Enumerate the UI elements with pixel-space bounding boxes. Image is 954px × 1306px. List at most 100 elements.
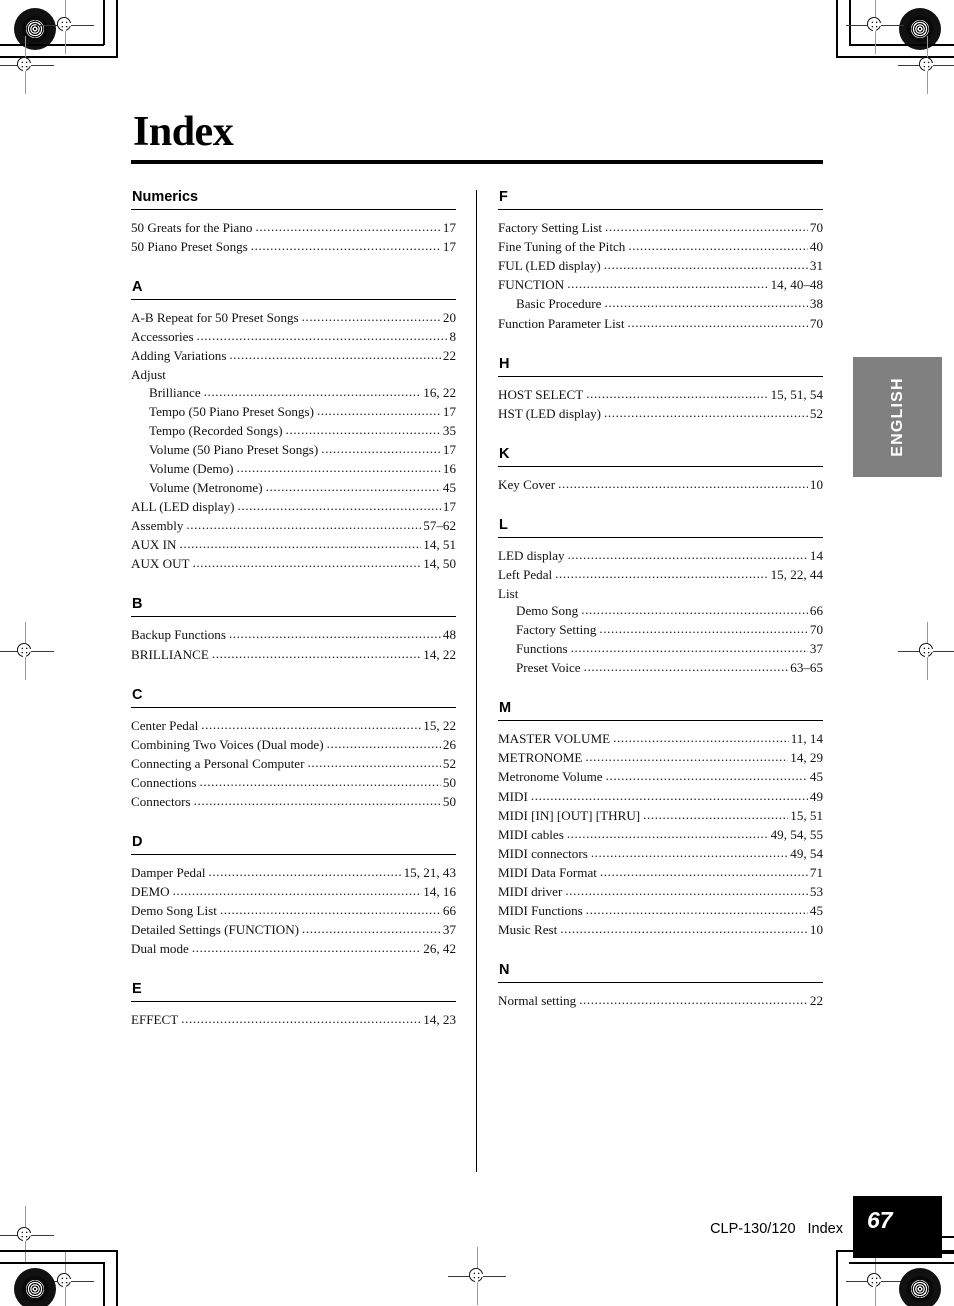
index-entry-page: 53 [809, 884, 823, 900]
index-entry[interactable]: Backup Functions........................… [131, 625, 456, 644]
index-entry[interactable]: METRONOME...............................… [498, 748, 823, 767]
index-entry-page: 52 [809, 405, 823, 421]
dot-leader: ........................................… [599, 622, 808, 636]
section-letter: Numerics [132, 189, 199, 206]
footer-rule-1 [908, 1236, 954, 1238]
index-entry[interactable]: Assembly................................… [131, 516, 456, 535]
index-entry[interactable]: Dual mode...............................… [131, 939, 456, 958]
dot-leader: ........................................… [643, 807, 788, 821]
dot-leader: ........................................… [560, 922, 808, 936]
index-entry-text: Accessories [131, 329, 194, 345]
index-entry-page: 66 [809, 602, 823, 618]
index-entry[interactable]: Accessories.............................… [131, 327, 456, 346]
index-entry[interactable]: MIDI....................................… [498, 787, 823, 806]
index-entry[interactable]: Function Parameter List.................… [498, 314, 823, 333]
index-entry[interactable]: Demo Song List..........................… [131, 901, 456, 920]
index-entry[interactable]: ALL (LED display).......................… [131, 497, 456, 516]
index-entry[interactable]: DEMO....................................… [131, 882, 456, 901]
index-entry[interactable]: Adding Variations.......................… [131, 346, 456, 365]
index-entry[interactable]: AUX OUT.................................… [131, 554, 456, 573]
crop-mark-tl-v1 [116, 0, 118, 58]
footer-section: Index [807, 1221, 843, 1237]
dot-leader: ........................................… [590, 845, 789, 859]
index-entry[interactable]: Factory Setting List....................… [498, 218, 823, 237]
index-entry[interactable]: MASTER VOLUME...........................… [498, 729, 823, 748]
index-entry-text: MIDI cables [498, 826, 564, 842]
index-entry-text: Damper Pedal [131, 864, 206, 880]
index-entry[interactable]: LED display.............................… [498, 546, 823, 565]
index-entry-text: Metronome Volume [498, 769, 603, 785]
index-entry[interactable]: 50 Piano Preset Songs...................… [131, 237, 456, 256]
index-entry[interactable]: FUL (LED display).......................… [498, 256, 823, 275]
index-entry[interactable]: Brilliance..............................… [131, 383, 456, 402]
index-entry-text: FUNCTION [498, 277, 565, 293]
index-entry[interactable]: Adjust..................................… [131, 365, 456, 382]
index-entry-page: 10 [809, 922, 823, 938]
index-entry[interactable]: Basic Procedure.........................… [498, 294, 823, 313]
index-entry-page: 15, 22 [423, 717, 456, 733]
index-entry[interactable]: Connections.............................… [131, 773, 456, 792]
index-entry[interactable]: Center Pedal............................… [131, 716, 456, 735]
index-entry[interactable]: Factory Setting.........................… [498, 620, 823, 639]
index-entry-text: MASTER VOLUME [498, 731, 611, 747]
index-entry[interactable]: FUNCTION................................… [498, 275, 823, 294]
index-entry[interactable]: Metronome Volume........................… [498, 767, 823, 786]
index-entry[interactable]: MIDI [IN] [OUT] [THRU]..................… [498, 806, 823, 825]
index-entry-page: 14, 22 [423, 646, 456, 662]
index-page: ENGLISH Index Numerics 50 Greats for the … [0, 0, 954, 1306]
index-entry[interactable]: MIDI cables.............................… [498, 825, 823, 844]
index-entry[interactable]: MIDI Functions..........................… [498, 901, 823, 920]
index-entry-page: 50 [442, 774, 456, 790]
index-entry[interactable]: Tempo (Recorded Songs)..................… [131, 421, 456, 440]
index-section: D Damper Pedal...........................… [131, 834, 456, 958]
index-entry[interactable]: Left Pedal..............................… [498, 565, 823, 584]
index-entry[interactable]: Volume (Metronome)......................… [131, 478, 456, 497]
index-entry[interactable]: AUX IN..................................… [131, 535, 456, 554]
index-entry[interactable]: Music Rest..............................… [498, 920, 823, 939]
index-entry-text: Factory Setting List [498, 220, 603, 236]
index-entry[interactable]: 50 Greats for the Piano.................… [131, 218, 456, 237]
dot-leader: ........................................… [211, 646, 421, 660]
index-entry[interactable]: Preset Voice............................… [498, 658, 823, 677]
index-entry[interactable]: Connectors..............................… [131, 792, 456, 811]
dot-leader: ........................................… [236, 460, 441, 474]
index-entry-page: 38 [809, 296, 823, 312]
index-entry[interactable]: Functions...............................… [498, 639, 823, 658]
index-section: M MASTER VOLUME..........................… [498, 700, 823, 939]
index-entry-page: 66 [442, 903, 456, 919]
index-entry[interactable]: Volume (50 Piano Preset Songs)..........… [131, 440, 456, 459]
index-entry[interactable]: Tempo (50 Piano Preset Songs)...........… [131, 402, 456, 421]
index-entry[interactable]: EFFECT..................................… [131, 1010, 456, 1029]
index-entry[interactable]: Damper Pedal............................… [131, 863, 456, 882]
index-entry-page: 63–65 [790, 660, 823, 676]
page-number-box: 67 [853, 1196, 942, 1258]
dot-leader: ........................................… [583, 660, 789, 674]
index-entry[interactable]: MIDI connectors.........................… [498, 844, 823, 863]
index-entry[interactable]: Connecting a Personal Computer..........… [131, 754, 456, 773]
crop-mark-tr-v1 [836, 0, 838, 58]
index-entry[interactable]: HOST SELECT.............................… [498, 385, 823, 404]
index-entry[interactable]: Fine Tuning of the Pitch................… [498, 237, 823, 256]
dot-leader: ........................................… [201, 717, 421, 731]
index-entry[interactable]: Detailed Settings (FUNCTION)............… [131, 920, 456, 939]
index-entry[interactable]: Normal setting..........................… [498, 991, 823, 1010]
index-entry[interactable]: MIDI Data Format........................… [498, 863, 823, 882]
dot-leader: ........................................… [228, 627, 441, 641]
index-entry[interactable]: Demo Song...............................… [498, 601, 823, 620]
index-entry[interactable]: MIDI driver.............................… [498, 882, 823, 901]
index-entry-text: Music Rest [498, 922, 558, 938]
index-entry-text: HST (LED display) [498, 405, 602, 421]
index-entry-text: Volume (Demo) [149, 460, 234, 476]
index-entry-page: 31 [809, 258, 823, 274]
index-entry[interactable]: Volume (Demo)...........................… [131, 459, 456, 478]
index-entry[interactable]: Combining Two Voices (Dual mode)........… [131, 735, 456, 754]
index-entry[interactable]: A-B Repeat for 50 Preset Songs..........… [131, 308, 456, 327]
index-entry[interactable]: List....................................… [498, 584, 823, 601]
index-entry-page: 71 [809, 864, 823, 880]
index-entry[interactable]: Key Cover...............................… [498, 475, 823, 494]
index-entry[interactable]: BRILLIANCE..............................… [131, 645, 456, 664]
dot-leader: ........................................… [603, 258, 808, 272]
index-entry[interactable]: HST (LED display).......................… [498, 404, 823, 423]
